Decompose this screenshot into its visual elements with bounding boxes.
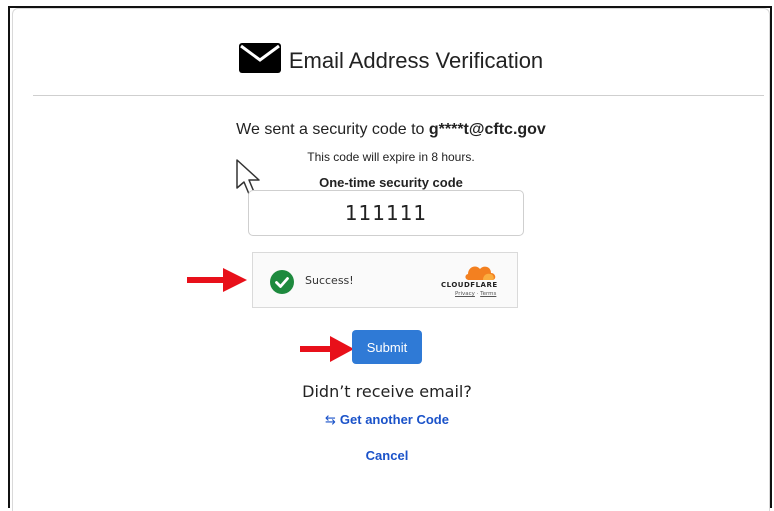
success-check-icon [270,270,294,299]
repeat-icon: ⇆ [325,412,336,427]
get-another-code-label: Get another Code [339,412,449,427]
expiry-note: This code will expire in 8 hours. [307,150,475,164]
cancel-link[interactable]: Cancel [0,448,774,463]
sent-prefix: We sent a security code to [236,121,425,138]
annotation-arrow-icon [183,265,251,300]
captcha-status: Success! [305,274,354,287]
header-divider [33,95,764,96]
envelope-icon [238,43,281,78]
page-header: Email Address Verification [13,43,769,78]
captcha-links: Privacy · Terms [455,291,496,297]
code-label: One-time security code [319,175,463,190]
page-title: Email Address Verification [288,47,544,73]
resend-question: Didn’t receive email? [302,382,472,401]
security-code-input[interactable] [248,190,524,236]
privacy-link[interactable]: Privacy [455,291,475,297]
masked-email: g****t@cftc.gov [428,121,546,138]
cloudflare-wordmark: CLOUDFLARE [441,281,498,289]
submit-button[interactable]: Submit [352,330,422,364]
cloudflare-captcha-widget[interactable]: Success! CLOUDFLARE Privacy · Terms [252,252,518,308]
terms-link[interactable]: Terms [480,291,496,297]
get-another-code-link[interactable]: ⇆ Get another Code [0,412,774,428]
sent-message: We sent a security code to g****t@cftc.g… [13,121,769,139]
link-separator: · [476,291,479,297]
annotation-arrow-icon [296,332,356,371]
